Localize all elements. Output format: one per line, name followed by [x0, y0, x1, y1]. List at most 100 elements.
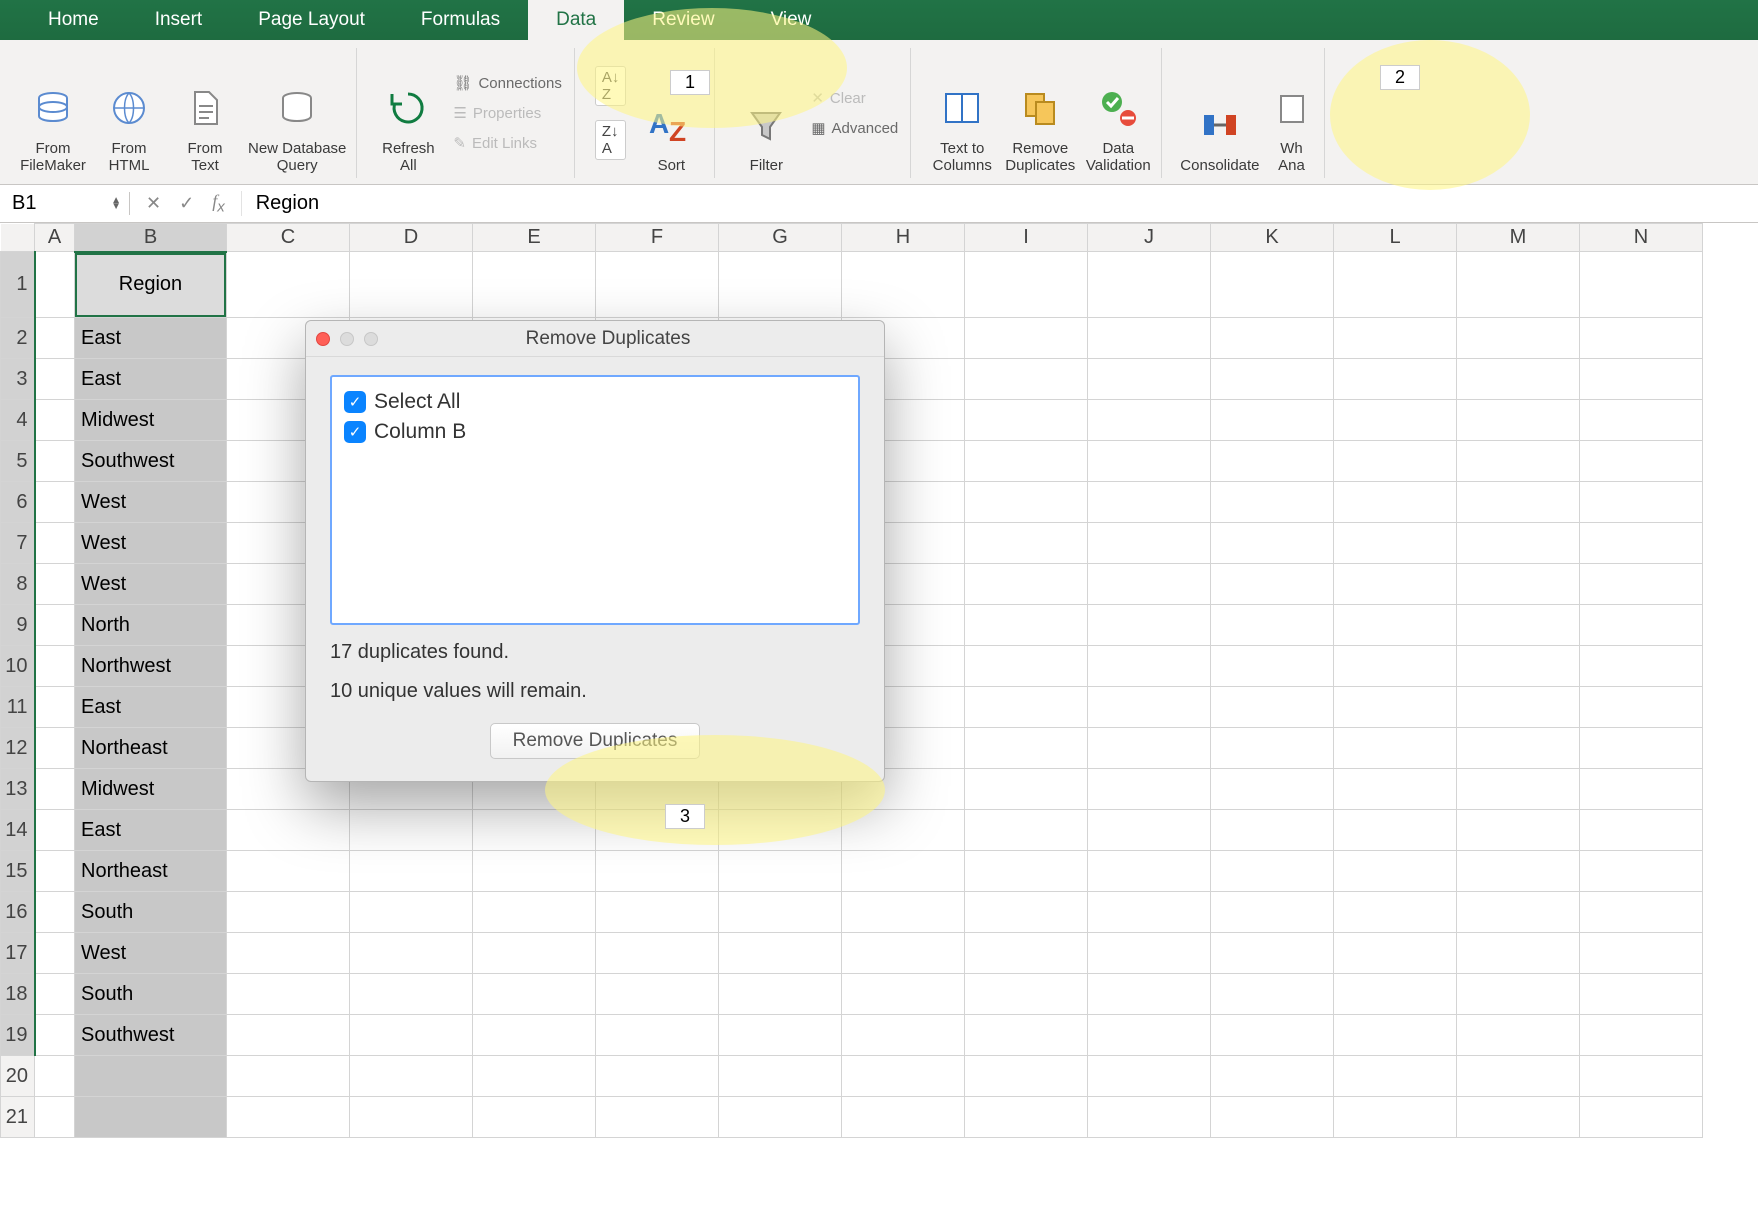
- cell[interactable]: [965, 892, 1088, 933]
- cell[interactable]: [965, 687, 1088, 728]
- row-header-5[interactable]: 5: [1, 441, 35, 482]
- cell[interactable]: [35, 318, 75, 359]
- row-header-18[interactable]: 18: [1, 974, 35, 1015]
- from-filemaker-button[interactable]: From FileMaker: [18, 74, 88, 179]
- cell[interactable]: Midwest: [75, 400, 227, 441]
- cell[interactable]: [1457, 1097, 1580, 1138]
- fx-icon[interactable]: fx: [212, 191, 225, 216]
- cell[interactable]: [965, 810, 1088, 851]
- cell[interactable]: [965, 359, 1088, 400]
- cell[interactable]: [1334, 482, 1457, 523]
- cell[interactable]: [350, 1015, 473, 1056]
- cell[interactable]: [719, 1097, 842, 1138]
- cell[interactable]: [35, 933, 75, 974]
- columns-listbox[interactable]: ✓ Select All ✓ Column B: [330, 375, 860, 625]
- cell[interactable]: East: [75, 359, 227, 400]
- remove-duplicates-confirm-button[interactable]: Remove Duplicates: [490, 723, 701, 759]
- cell[interactable]: [1580, 1097, 1703, 1138]
- col-header-H[interactable]: H: [842, 224, 965, 252]
- cell[interactable]: [1211, 400, 1334, 441]
- cell[interactable]: [350, 974, 473, 1015]
- cell[interactable]: [596, 252, 719, 318]
- whatif-button[interactable]: Wh Ana: [1268, 74, 1316, 179]
- col-header-G[interactable]: G: [719, 224, 842, 252]
- cell[interactable]: [227, 252, 350, 318]
- cell[interactable]: [1457, 1015, 1580, 1056]
- cell[interactable]: [965, 974, 1088, 1015]
- cell[interactable]: [842, 810, 965, 851]
- cell[interactable]: [350, 933, 473, 974]
- cell[interactable]: [1457, 359, 1580, 400]
- cell[interactable]: [35, 892, 75, 933]
- cell[interactable]: [965, 1097, 1088, 1138]
- cell[interactable]: [1334, 1056, 1457, 1097]
- cell[interactable]: [1457, 400, 1580, 441]
- cell[interactable]: Northwest: [75, 646, 227, 687]
- cell[interactable]: [965, 933, 1088, 974]
- cell[interactable]: [1211, 1097, 1334, 1138]
- cell[interactable]: [1334, 359, 1457, 400]
- col-header-B[interactable]: B: [75, 224, 227, 252]
- connections-button[interactable]: ⛓Connections: [453, 72, 561, 94]
- cell[interactable]: East: [75, 810, 227, 851]
- cell[interactable]: [1334, 646, 1457, 687]
- cell[interactable]: [35, 646, 75, 687]
- clear-filter-button[interactable]: ✕Clear: [811, 87, 898, 109]
- cell[interactable]: [1457, 646, 1580, 687]
- cell[interactable]: [1088, 728, 1211, 769]
- row-header-2[interactable]: 2: [1, 318, 35, 359]
- row-header-21[interactable]: 21: [1, 1097, 35, 1138]
- cell[interactable]: [473, 252, 596, 318]
- cell[interactable]: [842, 851, 965, 892]
- col-header-I[interactable]: I: [965, 224, 1088, 252]
- cell[interactable]: [842, 1056, 965, 1097]
- cell[interactable]: [1457, 933, 1580, 974]
- cell[interactable]: [1211, 318, 1334, 359]
- cell[interactable]: [1334, 605, 1457, 646]
- cell[interactable]: [1211, 1056, 1334, 1097]
- cell[interactable]: Northeast: [75, 851, 227, 892]
- cell[interactable]: Midwest: [75, 769, 227, 810]
- tab-formulas[interactable]: Formulas: [393, 0, 528, 40]
- cell[interactable]: [1088, 400, 1211, 441]
- cell[interactable]: [35, 851, 75, 892]
- col-header-F[interactable]: F: [596, 224, 719, 252]
- cell[interactable]: [1211, 359, 1334, 400]
- cell[interactable]: [1580, 482, 1703, 523]
- cell[interactable]: [1088, 1097, 1211, 1138]
- row-header-9[interactable]: 9: [1, 605, 35, 646]
- cell[interactable]: [1580, 933, 1703, 974]
- edit-links-button[interactable]: ✎Edit Links: [453, 132, 561, 154]
- cell[interactable]: [350, 892, 473, 933]
- cell[interactable]: [1088, 851, 1211, 892]
- cell[interactable]: [1088, 769, 1211, 810]
- cell[interactable]: [1580, 318, 1703, 359]
- cell[interactable]: [965, 646, 1088, 687]
- col-header-J[interactable]: J: [1088, 224, 1211, 252]
- cell[interactable]: [1088, 564, 1211, 605]
- cell[interactable]: [965, 400, 1088, 441]
- cell[interactable]: [1334, 1015, 1457, 1056]
- cell[interactable]: [1334, 851, 1457, 892]
- cell[interactable]: [1580, 810, 1703, 851]
- cell[interactable]: [1088, 810, 1211, 851]
- cell[interactable]: [1457, 769, 1580, 810]
- cell[interactable]: Southwest: [75, 441, 227, 482]
- cell[interactable]: [1211, 482, 1334, 523]
- tab-insert[interactable]: Insert: [127, 0, 231, 40]
- cell[interactable]: [965, 252, 1088, 318]
- cell[interactable]: [1334, 892, 1457, 933]
- cell[interactable]: [1457, 851, 1580, 892]
- cell[interactable]: [1088, 974, 1211, 1015]
- col-header-E[interactable]: E: [473, 224, 596, 252]
- cell[interactable]: [1211, 646, 1334, 687]
- dialog-titlebar[interactable]: Remove Duplicates: [306, 321, 884, 357]
- column-b-checkbox[interactable]: ✓ Column B: [344, 417, 846, 447]
- cell[interactable]: [75, 1097, 227, 1138]
- cell[interactable]: North: [75, 605, 227, 646]
- row-header-12[interactable]: 12: [1, 728, 35, 769]
- cell[interactable]: [965, 851, 1088, 892]
- cell[interactable]: [1334, 933, 1457, 974]
- from-html-button[interactable]: From HTML: [94, 74, 164, 179]
- cell[interactable]: [1211, 441, 1334, 482]
